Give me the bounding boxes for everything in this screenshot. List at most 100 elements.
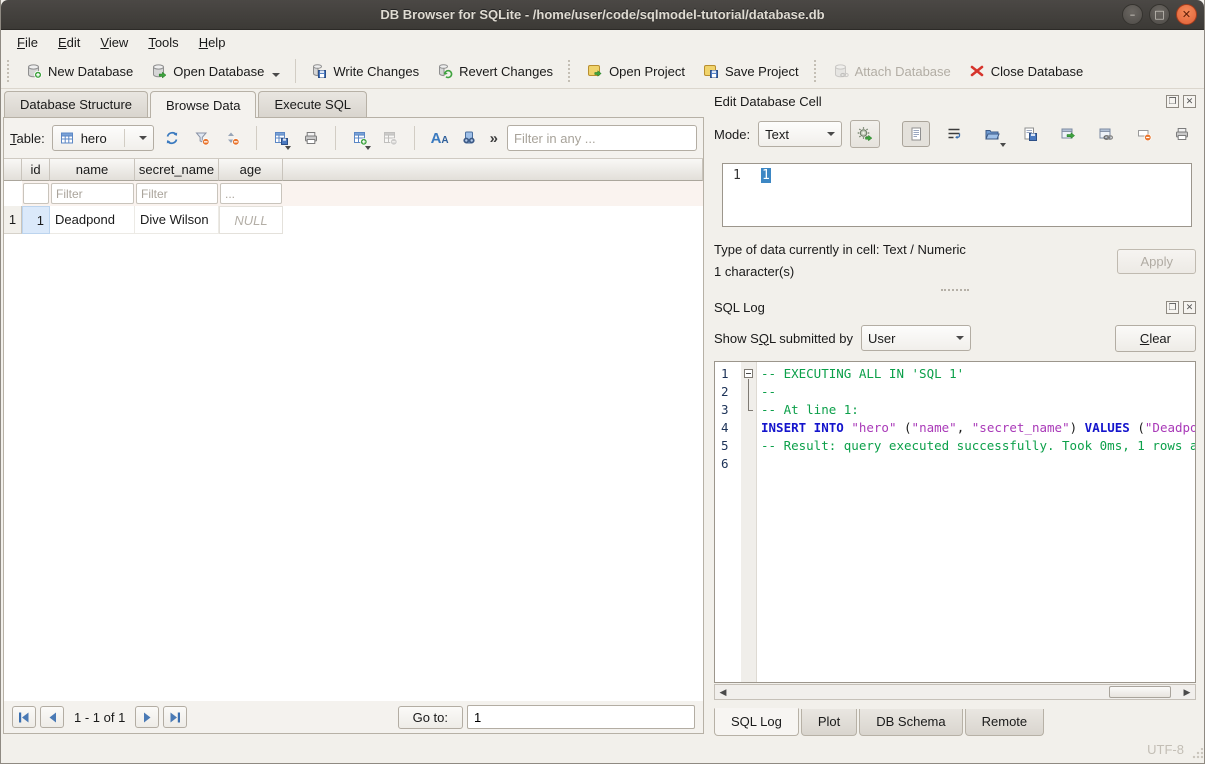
- menu-item-tools[interactable]: Tools: [138, 32, 188, 53]
- tab-db-schema[interactable]: DB Schema: [859, 709, 962, 736]
- row-header[interactable]: 1: [4, 206, 22, 234]
- titlebar[interactable]: DB Browser for SQLite - /home/user/code/…: [1, 0, 1204, 30]
- tab-plot[interactable]: Plot: [801, 709, 857, 736]
- previous-record-icon: [48, 712, 57, 723]
- toolbar-drag-handle[interactable]: [814, 60, 820, 82]
- menu-item-edit[interactable]: Edit: [48, 32, 90, 53]
- filter-input-id[interactable]: [23, 183, 49, 204]
- maximize-button[interactable]: □: [1149, 4, 1170, 25]
- filter-input-name[interactable]: [51, 183, 134, 204]
- tab-execute-sql[interactable]: Execute SQL: [258, 91, 367, 117]
- database-open-icon: [151, 63, 167, 79]
- insert-record-dropdown-icon[interactable]: [365, 146, 371, 150]
- last-record-button[interactable]: [163, 706, 187, 728]
- table-select[interactable]: hero: [52, 125, 154, 151]
- print-table-button[interactable]: [299, 125, 322, 151]
- format-toolbar-button[interactable]: AA: [428, 125, 451, 151]
- cell-id[interactable]: 1: [22, 206, 50, 234]
- browse-controls: Table: hero: [4, 118, 703, 158]
- sql-log-editor[interactable]: 123456 -- EXECUTING ALL IN 'SQL 1'---- A…: [714, 361, 1196, 683]
- filter-row-filler: [283, 181, 703, 206]
- close-dock-button[interactable]: ✕: [1183, 95, 1196, 108]
- clear-sorting-button[interactable]: [220, 125, 243, 151]
- print-cell-button[interactable]: [1168, 121, 1196, 147]
- delete-record-button[interactable]: [379, 125, 402, 151]
- open-project-button[interactable]: Open Project: [578, 59, 694, 83]
- menu-item-help[interactable]: Help: [189, 32, 236, 53]
- cell-secret-name[interactable]: Dive Wilson: [135, 206, 219, 234]
- import-data-dropdown-icon[interactable]: [1000, 143, 1006, 147]
- copy-link-button[interactable]: [1092, 121, 1120, 147]
- scrollbar-thumb[interactable]: [1109, 686, 1171, 698]
- tab-browse-data[interactable]: Browse Data: [150, 91, 256, 118]
- mode-select[interactable]: Text: [758, 121, 842, 147]
- menu-item-file[interactable]: File: [7, 32, 48, 53]
- toolbar-drag-handle[interactable]: [568, 60, 574, 82]
- attach-database-button[interactable]: Attach Database: [824, 59, 960, 83]
- apply-button[interactable]: Apply: [1117, 249, 1196, 274]
- dock-splitter[interactable]: [714, 283, 1196, 297]
- write-changes-button[interactable]: Write Changes: [302, 59, 428, 83]
- set-null-button[interactable]: [1130, 121, 1158, 147]
- column-header-secret-name[interactable]: secret_name: [135, 159, 219, 181]
- float-dock-button[interactable]: ❐: [1166, 301, 1179, 314]
- clear-log-button[interactable]: Clear: [1115, 325, 1196, 352]
- tab-remote[interactable]: Remote: [965, 709, 1045, 736]
- export-table-button[interactable]: [270, 125, 293, 151]
- minimize-button[interactable]: –: [1122, 4, 1143, 25]
- cell-editor[interactable]: 1 1: [722, 163, 1192, 227]
- new-database-button[interactable]: New Database: [17, 59, 142, 83]
- toolbar-overflow-icon[interactable]: »: [488, 130, 500, 147]
- float-dock-button[interactable]: ❐: [1166, 95, 1179, 108]
- goto-button[interactable]: Go to:: [398, 706, 463, 729]
- import-data-button[interactable]: [978, 121, 1006, 147]
- column-header-id[interactable]: id: [22, 159, 50, 181]
- previous-record-button[interactable]: [40, 706, 64, 728]
- open-database-button[interactable]: Open Database: [142, 59, 289, 83]
- export-table-dropdown-icon[interactable]: [285, 146, 291, 150]
- sql-source-select[interactable]: User: [861, 325, 971, 351]
- open-database-dropdown-icon[interactable]: [272, 73, 280, 77]
- horizontal-scrollbar[interactable]: ◀ ▶: [714, 684, 1196, 700]
- record-navigation: 1 - 1 of 1 Go to:: [4, 701, 703, 733]
- filter-cell-secret-name: [135, 181, 219, 206]
- text-view-button[interactable]: [902, 121, 930, 147]
- toolbar-drag-handle[interactable]: [7, 60, 13, 82]
- revert-changes-button[interactable]: Revert Changes: [428, 59, 562, 83]
- menu-item-view[interactable]: View: [90, 32, 138, 53]
- close-dock-button[interactable]: ✕: [1183, 301, 1196, 314]
- close-button[interactable]: ✕: [1176, 4, 1197, 25]
- column-header-age[interactable]: age: [219, 159, 283, 181]
- grid-corner-header[interactable]: [4, 159, 22, 181]
- toolbar-separator: [295, 59, 296, 83]
- cell-name[interactable]: Deadpond: [50, 206, 135, 234]
- tab-sql-log[interactable]: SQL Log: [714, 708, 799, 736]
- scroll-left-icon[interactable]: ◀: [715, 685, 731, 699]
- column-header-name[interactable]: name: [50, 159, 135, 181]
- export-data-button[interactable]: [1016, 121, 1044, 147]
- close-database-button[interactable]: Close Database: [960, 59, 1093, 83]
- encoding-label: UTF-8: [1147, 742, 1184, 757]
- data-grid[interactable]: id name secret_name age: [4, 158, 703, 701]
- auto-switch-mode-button[interactable]: [850, 120, 880, 148]
- goto-input[interactable]: [467, 705, 695, 729]
- word-wrap-button[interactable]: [940, 121, 968, 147]
- browse-data-pane: Database Structure Browse Data Execute S…: [1, 89, 706, 736]
- scroll-right-icon[interactable]: ▶: [1179, 685, 1195, 699]
- tab-database-structure[interactable]: Database Structure: [4, 91, 148, 117]
- save-project-button[interactable]: Save Project: [694, 59, 808, 83]
- resize-grip[interactable]: [1191, 748, 1203, 760]
- next-record-button[interactable]: [135, 706, 159, 728]
- filter-cell-age: [219, 181, 283, 206]
- filter-input-secret-name[interactable]: [136, 183, 218, 204]
- cell-age[interactable]: NULL: [219, 206, 283, 234]
- insert-record-button[interactable]: [349, 125, 372, 151]
- clear-filters-button[interactable]: [191, 125, 214, 151]
- filter-input-age[interactable]: [220, 183, 282, 204]
- fold-collapse-icon[interactable]: [744, 369, 753, 378]
- find-in-table-button[interactable]: [458, 125, 481, 151]
- filter-any-column-input[interactable]: [507, 125, 697, 151]
- refresh-button[interactable]: [161, 125, 184, 151]
- open-in-external-button[interactable]: [1054, 121, 1082, 147]
- first-record-button[interactable]: [12, 706, 36, 728]
